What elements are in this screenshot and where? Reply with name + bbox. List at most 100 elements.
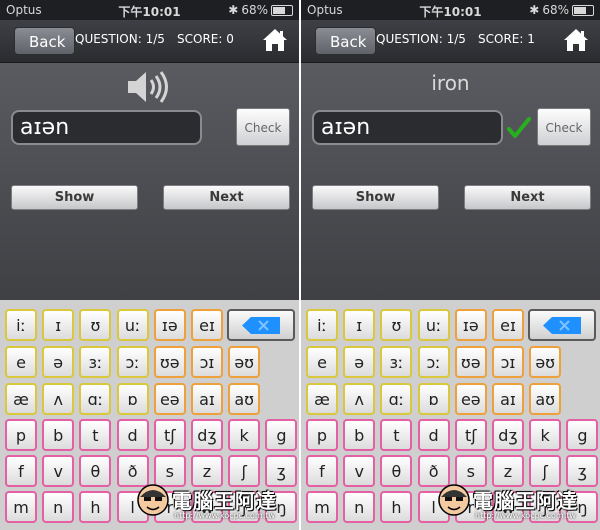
ipa-key[interactable]: æ (306, 383, 338, 415)
ipa-key[interactable]: m (5, 491, 37, 523)
ipa-key[interactable]: uː (116, 309, 149, 341)
ipa-key[interactable]: dʒ (191, 419, 223, 451)
ipa-key[interactable]: ə (343, 346, 376, 378)
ipa-key[interactable]: r (454, 491, 487, 523)
speaker-icon[interactable] (124, 67, 174, 107)
check-button[interactable]: Check (537, 108, 591, 146)
ipa-key[interactable]: ɔɪ (191, 346, 223, 378)
ipa-key[interactable]: l (417, 491, 450, 523)
ipa-key[interactable]: z (492, 455, 524, 487)
ipa-key[interactable]: d (417, 419, 450, 451)
ipa-key[interactable]: ɪ (343, 309, 376, 341)
ipa-key[interactable]: g (566, 419, 599, 451)
ipa-key[interactable]: ʒ (566, 455, 599, 487)
ipa-key[interactable]: aʊ (228, 383, 261, 415)
ipa-key[interactable]: w (492, 491, 524, 523)
back-button[interactable]: Back (315, 27, 377, 55)
ipa-key[interactable]: d (116, 419, 149, 451)
ipa-key[interactable]: e (5, 346, 37, 378)
answer-input[interactable]: aɪən (11, 110, 202, 145)
ipa-key[interactable]: ð (417, 455, 450, 487)
ipa-key[interactable]: j (529, 491, 562, 523)
ipa-key[interactable]: θ (79, 455, 112, 487)
ipa-key[interactable]: eə (454, 383, 487, 415)
ipa-key[interactable]: tʃ (454, 419, 487, 451)
ipa-key[interactable]: ɒ (116, 383, 149, 415)
ipa-key[interactable]: aʊ (529, 383, 562, 415)
home-icon[interactable] (562, 26, 590, 54)
ipa-key[interactable]: ð (116, 455, 149, 487)
ipa-key[interactable]: ʃ (529, 455, 562, 487)
ipa-key[interactable]: ɪə (454, 309, 487, 341)
ipa-key[interactable]: p (306, 419, 338, 451)
delete-key[interactable] (227, 309, 295, 341)
ipa-key[interactable]: f (306, 455, 338, 487)
ipa-key[interactable]: ɑː (79, 383, 112, 415)
ipa-key[interactable]: v (343, 455, 376, 487)
ipa-key[interactable]: j (228, 491, 261, 523)
home-icon[interactable] (261, 26, 289, 54)
ipa-key[interactable]: k (228, 419, 261, 451)
ipa-key[interactable]: ɒ (417, 383, 450, 415)
ipa-key[interactable]: s (454, 455, 487, 487)
next-button[interactable]: Next (464, 185, 591, 210)
ipa-key[interactable]: θ (380, 455, 413, 487)
ipa-key[interactable]: ɔː (116, 346, 149, 378)
show-button[interactable]: Show (312, 185, 439, 210)
ipa-key[interactable]: s (153, 455, 186, 487)
ipa-key[interactable]: æ (5, 383, 37, 415)
ipa-key[interactable]: f (5, 455, 37, 487)
ipa-key[interactable]: r (153, 491, 186, 523)
ipa-key[interactable]: k (529, 419, 562, 451)
ipa-key[interactable]: əʊ (529, 346, 562, 378)
ipa-key[interactable]: ɜː (380, 346, 413, 378)
ipa-key[interactable]: eɪ (191, 309, 223, 341)
check-button[interactable]: Check (236, 108, 290, 146)
ipa-key[interactable]: v (42, 455, 75, 487)
ipa-key[interactable]: dʒ (492, 419, 524, 451)
ipa-key[interactable]: e (306, 346, 338, 378)
ipa-key[interactable]: w (191, 491, 223, 523)
ipa-key[interactable]: t (380, 419, 413, 451)
show-button[interactable]: Show (11, 185, 138, 210)
ipa-key[interactable]: h (79, 491, 112, 523)
ipa-key[interactable]: ŋ (265, 491, 298, 523)
ipa-key[interactable]: ʌ (343, 383, 376, 415)
ipa-key[interactable]: tʃ (153, 419, 186, 451)
ipa-key[interactable]: ɑː (380, 383, 413, 415)
ipa-key[interactable]: ʒ (265, 455, 298, 487)
ipa-key[interactable]: ɪə (153, 309, 186, 341)
ipa-key[interactable]: ŋ (566, 491, 599, 523)
ipa-key[interactable]: b (343, 419, 376, 451)
ipa-key[interactable]: ɔɪ (492, 346, 524, 378)
ipa-key[interactable]: ʊ (380, 309, 413, 341)
ipa-key[interactable]: ɜː (79, 346, 112, 378)
next-button[interactable]: Next (163, 185, 290, 210)
ipa-key[interactable]: eə (153, 383, 186, 415)
ipa-key[interactable]: ʊ (79, 309, 112, 341)
ipa-key[interactable]: h (380, 491, 413, 523)
ipa-key[interactable]: ʃ (228, 455, 261, 487)
ipa-key[interactable]: t (79, 419, 112, 451)
ipa-key[interactable]: ɪ (42, 309, 75, 341)
ipa-key[interactable]: ʊə (454, 346, 487, 378)
answer-input[interactable]: aɪən (312, 110, 503, 145)
ipa-key[interactable]: g (265, 419, 298, 451)
ipa-key[interactable]: aɪ (191, 383, 223, 415)
ipa-key[interactable]: m (306, 491, 338, 523)
ipa-key[interactable]: iː (5, 309, 37, 341)
ipa-key[interactable]: z (191, 455, 223, 487)
ipa-key[interactable]: uː (417, 309, 450, 341)
ipa-key[interactable]: n (343, 491, 376, 523)
ipa-key[interactable]: eɪ (492, 309, 524, 341)
ipa-key[interactable]: aɪ (492, 383, 524, 415)
ipa-key[interactable]: əʊ (228, 346, 261, 378)
ipa-key[interactable]: ʊə (153, 346, 186, 378)
ipa-key[interactable]: b (42, 419, 75, 451)
ipa-key[interactable]: l (116, 491, 149, 523)
ipa-key[interactable]: n (42, 491, 75, 523)
delete-key[interactable] (528, 309, 596, 341)
ipa-key[interactable]: ə (42, 346, 75, 378)
ipa-key[interactable]: ʌ (42, 383, 75, 415)
ipa-key[interactable]: iː (306, 309, 338, 341)
